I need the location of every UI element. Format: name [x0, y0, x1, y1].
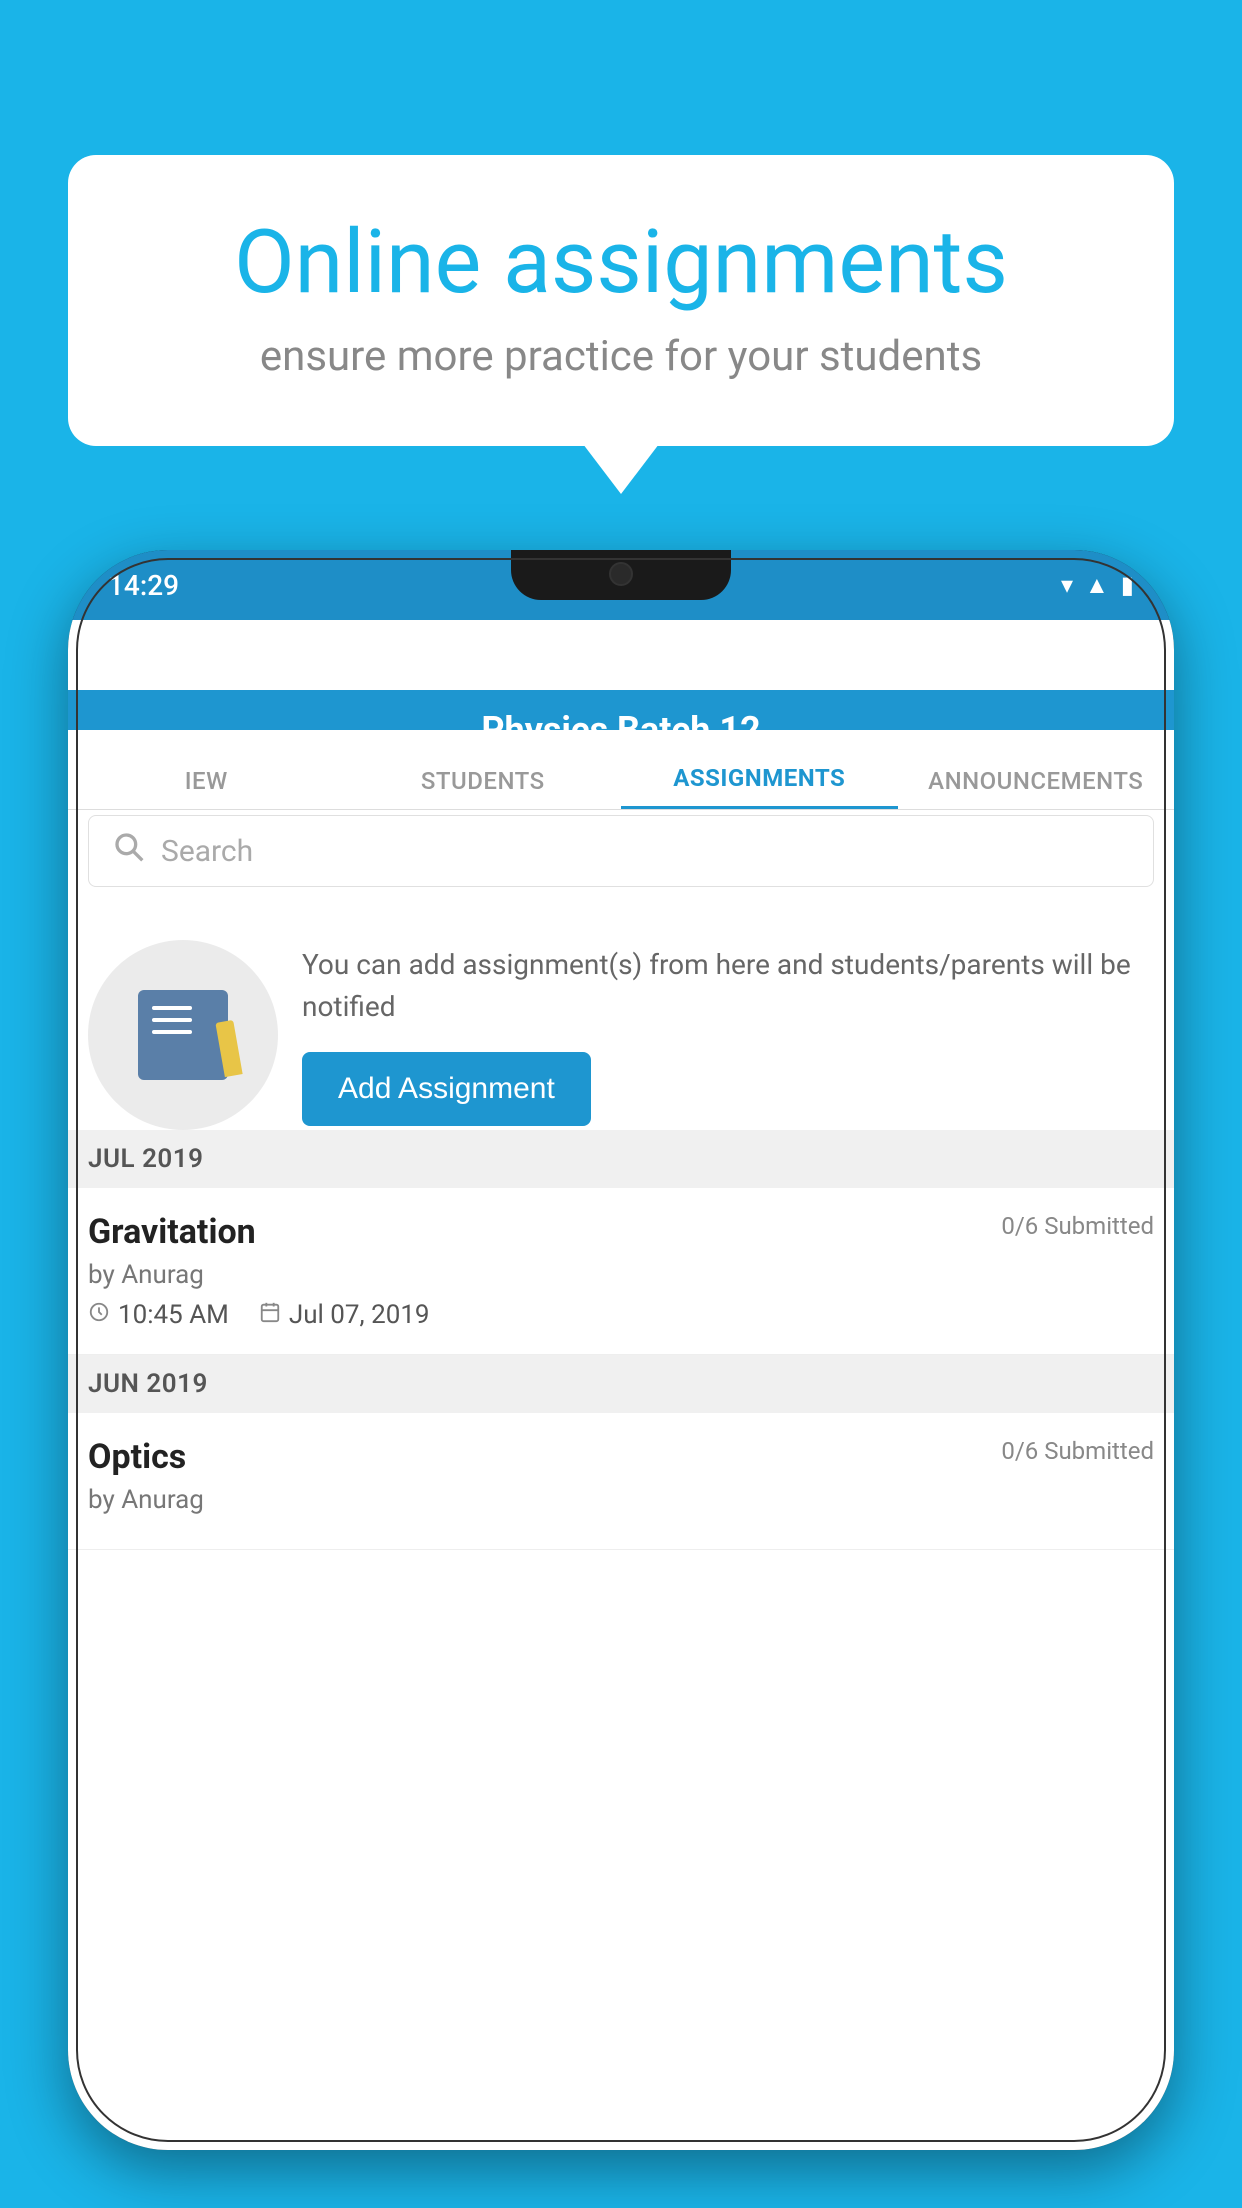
assignment-optics-top: Optics 0/6 Submitted — [88, 1437, 1154, 1477]
add-assignment-button[interactable]: Add Assignment — [302, 1052, 591, 1126]
assignment-date: Jul 07, 2019 — [259, 1300, 430, 1330]
date-value: Jul 07, 2019 — [289, 1300, 430, 1330]
tab-announcements[interactable]: ANNOUNCEMENTS — [898, 767, 1175, 809]
assignment-optics-by: by Anurag — [88, 1485, 1154, 1515]
speech-bubble: Online assignments ensure more practice … — [68, 155, 1174, 446]
signal-icon: ▲ — [1085, 571, 1109, 600]
search-icon — [113, 831, 145, 871]
assignments-list: JUL 2019 Gravitation 0/6 Submitted by An… — [68, 1130, 1174, 1550]
status-icons: ▾ ▲ ▮ — [1061, 571, 1134, 600]
tab-students[interactable]: STUDENTS — [345, 767, 622, 809]
section-header-jul: JUL 2019 — [68, 1130, 1174, 1188]
assignment-gravitation[interactable]: Gravitation 0/6 Submitted by Anurag 10:4… — [68, 1188, 1174, 1355]
speech-bubble-container: Online assignments ensure more practice … — [68, 155, 1174, 446]
phone-frame: 14:29 ▾ ▲ ▮ ← Physics Batch 12 Owner ⚙ I… — [68, 550, 1174, 2150]
search-placeholder: Search — [161, 834, 253, 869]
time-value: 10:45 AM — [118, 1300, 229, 1330]
section-header-jun: JUN 2019 — [68, 1355, 1174, 1413]
pencil-icon — [215, 1020, 242, 1077]
empty-state: You can add assignment(s) from here and … — [68, 910, 1174, 1160]
front-camera — [609, 562, 633, 586]
phone-screen: ← Physics Batch 12 Owner ⚙ IEW STUDENTS … — [68, 620, 1174, 2150]
search-bar[interactable]: Search — [88, 815, 1154, 887]
assignment-meta: 10:45 AM Jul 07, 2019 — [88, 1300, 1154, 1330]
assignment-submitted: 0/6 Submitted — [1001, 1212, 1154, 1240]
battery-icon: ▮ — [1121, 571, 1134, 599]
assignment-title: Gravitation — [88, 1212, 256, 1252]
notebook-icon — [138, 990, 228, 1080]
speech-bubble-subtitle: ensure more practice for your students — [138, 332, 1104, 381]
phone-notch — [511, 550, 731, 600]
status-time: 14:29 — [108, 569, 179, 602]
assignment-time: 10:45 AM — [88, 1300, 229, 1330]
tab-assignments[interactable]: ASSIGNMENTS — [621, 764, 898, 809]
speech-bubble-title: Online assignments — [138, 215, 1104, 312]
notebook-lines — [152, 1006, 192, 1042]
calendar-icon — [259, 1301, 281, 1329]
assignment-by: by Anurag — [88, 1260, 1154, 1290]
clock-icon — [88, 1301, 110, 1329]
tab-iew[interactable]: IEW — [68, 767, 345, 809]
assignment-optics-submitted: 0/6 Submitted — [1001, 1437, 1154, 1465]
tabs-bar: IEW STUDENTS ASSIGNMENTS ANNOUNCEMENTS — [68, 730, 1174, 810]
assignment-optics[interactable]: Optics 0/6 Submitted by Anurag — [68, 1413, 1174, 1550]
wifi-icon: ▾ — [1061, 571, 1073, 599]
empty-description: You can add assignment(s) from here and … — [302, 944, 1154, 1028]
empty-content: You can add assignment(s) from here and … — [302, 944, 1154, 1126]
assignment-optics-title: Optics — [88, 1437, 186, 1477]
empty-state-icon-circle — [88, 940, 278, 1130]
assignment-top: Gravitation 0/6 Submitted — [88, 1212, 1154, 1252]
